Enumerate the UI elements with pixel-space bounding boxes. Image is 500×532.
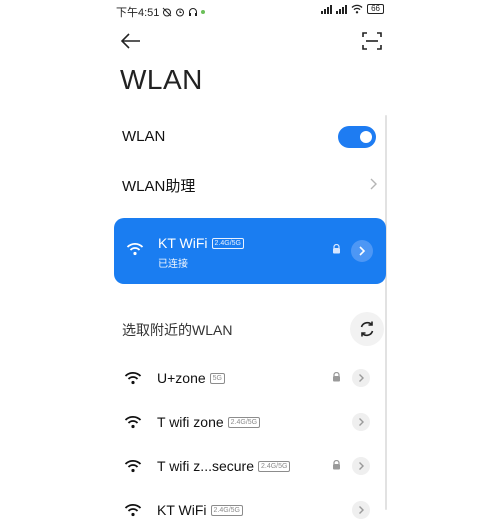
connected-network-name: KT WiFi 2.4G/5G xyxy=(158,235,244,251)
band-badge: 2.4G/5G xyxy=(211,237,244,249)
wifi-icon xyxy=(124,504,142,517)
network-details-button[interactable] xyxy=(351,240,373,262)
lock-icon xyxy=(333,244,340,254)
network-details-button[interactable] xyxy=(352,413,370,431)
band-badge: 2.4G/5G xyxy=(258,460,291,472)
wifi-status-icon xyxy=(351,4,363,14)
network-name-row: KT WiFi 2.4G/5G xyxy=(157,502,243,518)
wlan-assistant-label[interactable]: WLAN助理 xyxy=(122,175,195,196)
network-list-item[interactable]: T wifi zone 2.4G/5G xyxy=(110,408,390,436)
wifi-icon xyxy=(126,243,144,256)
refresh-icon xyxy=(360,321,374,337)
signal-icon-2 xyxy=(336,4,348,14)
headphones-icon xyxy=(189,8,198,16)
status-time: 下午4:51 xyxy=(116,7,160,19)
chevron-right-icon xyxy=(370,178,377,190)
network-name-row: U+zone 5G xyxy=(157,370,225,386)
network-name: T wifi zone xyxy=(157,414,224,430)
chevron-right-icon xyxy=(359,246,366,256)
wlan-toggle[interactable] xyxy=(338,126,376,148)
chevron-right-icon xyxy=(359,462,364,470)
chevron-right-icon xyxy=(359,374,364,382)
network-name-row: T wifi zone 2.4G/5G xyxy=(157,414,261,430)
lock-icon xyxy=(333,372,340,382)
connection-status: 已连接 xyxy=(158,259,188,270)
band-badge: 5G xyxy=(209,372,225,384)
alarm-icon xyxy=(176,8,185,17)
network-details-button[interactable] xyxy=(352,501,370,519)
band-badge: 2.4G/5G xyxy=(227,416,261,428)
scan-icon[interactable] xyxy=(360,30,384,52)
notification-dot-icon xyxy=(201,10,206,14)
network-name: U+zone xyxy=(157,370,206,386)
network-name: KT WiFi xyxy=(158,235,208,251)
status-bar: 下午4:51 66 xyxy=(116,2,384,19)
battery-icon: 66 xyxy=(367,4,384,14)
wifi-icon xyxy=(124,416,142,429)
chevron-right-icon xyxy=(359,418,364,426)
connected-network-card[interactable]: KT WiFi 2.4G/5G 已连接 xyxy=(114,218,386,284)
back-arrow-icon[interactable] xyxy=(118,30,144,52)
network-name-row: T wifi z...secure 2.4G/5G xyxy=(157,458,291,474)
network-name: T wifi z...secure xyxy=(157,458,254,474)
toggle-knob xyxy=(360,131,372,143)
network-name: KT WiFi xyxy=(157,502,207,518)
alarm-off-icon xyxy=(163,7,172,17)
wifi-icon xyxy=(124,372,142,385)
refresh-button[interactable] xyxy=(350,312,384,346)
available-networks-title: 选取附近的WLAN xyxy=(122,322,233,338)
network-list-item[interactable]: T wifi z...secure 2.4G/5G xyxy=(110,452,390,480)
network-details-button[interactable] xyxy=(352,457,370,475)
network-details-button[interactable] xyxy=(352,369,370,387)
band-badge: 2.4G/5G xyxy=(210,504,243,516)
page-title: WLAN xyxy=(120,64,203,95)
scrollbar[interactable] xyxy=(385,115,387,510)
chevron-right-icon xyxy=(359,506,364,514)
signal-icon xyxy=(321,4,333,14)
network-list-item[interactable]: KT WiFi 2.4G/5G xyxy=(110,496,390,524)
network-list-item[interactable]: U+zone 5G xyxy=(110,364,390,392)
wlan-toggle-label: WLAN xyxy=(122,128,166,145)
wifi-icon xyxy=(124,460,142,473)
lock-icon xyxy=(333,460,340,470)
wlan-settings-screen: 下午4:51 66 WLAN WLAN WLAN助理 KT WiFi 2.4G/… xyxy=(110,0,390,532)
